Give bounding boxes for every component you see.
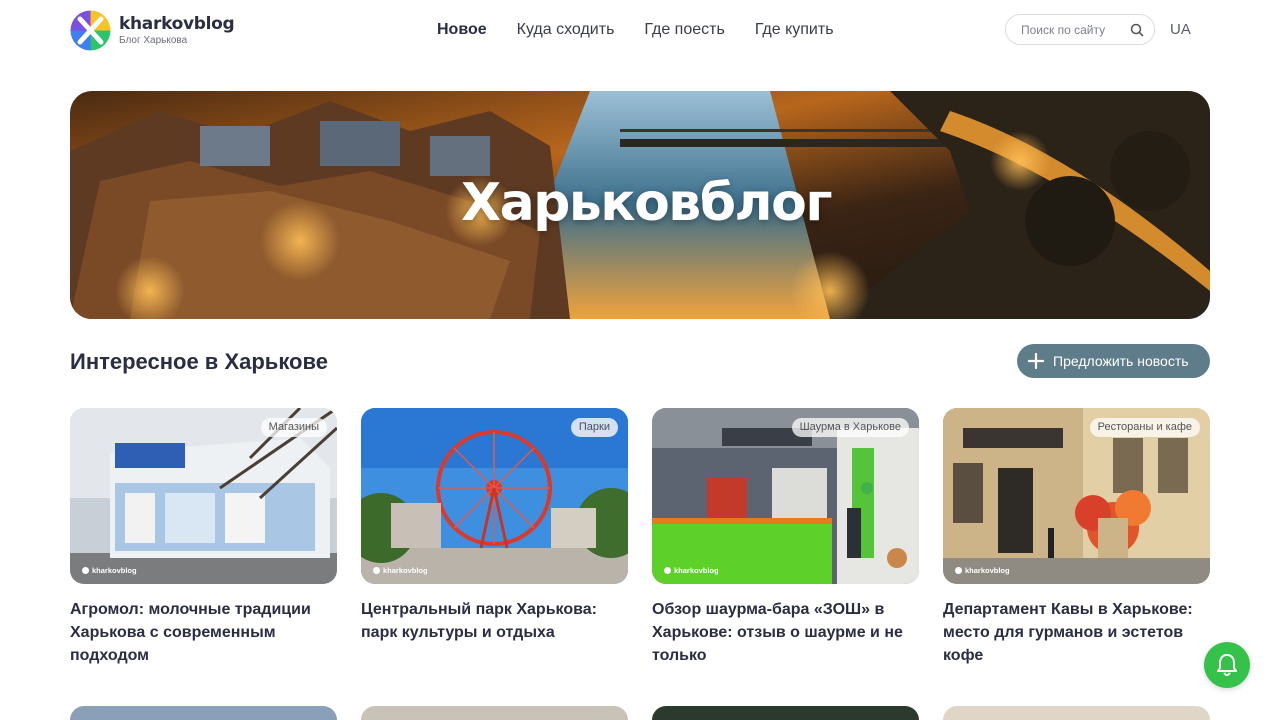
article-card[interactable]: Магазины kharkovblog Агромол: молочные т… bbox=[70, 408, 337, 667]
plus-icon bbox=[1027, 352, 1045, 370]
image-watermark: kharkovblog bbox=[373, 566, 428, 575]
site-header: kharkovblog Блог Харькова Новое Куда схо… bbox=[0, 0, 1280, 62]
suggest-news-label: Предложить новость bbox=[1053, 353, 1189, 369]
logo-icon bbox=[70, 10, 111, 51]
article-card[interactable]: Парки kharkovblog Центральный парк Харьк… bbox=[361, 408, 628, 667]
language-switch[interactable]: UA bbox=[1170, 21, 1191, 38]
image-watermark: kharkovblog bbox=[82, 566, 137, 575]
category-tag[interactable]: Рестораны и кафе bbox=[1089, 418, 1200, 437]
section-title: Интересное в Харькове bbox=[70, 349, 328, 374]
logo-subtitle: Блог Харькова bbox=[119, 34, 188, 46]
watermark-logo-icon bbox=[82, 567, 89, 574]
search-input[interactable] bbox=[1021, 22, 1126, 37]
nav-item-where-to-eat[interactable]: Где поесть bbox=[644, 20, 724, 40]
article-image-partial[interactable] bbox=[943, 706, 1210, 720]
category-tag[interactable]: Шаурма в Харькове bbox=[791, 418, 909, 437]
notifications-bell-button[interactable] bbox=[1204, 642, 1250, 688]
article-image: Шаурма в Харькове kharkovblog bbox=[652, 408, 919, 584]
article-image: Магазины kharkovblog bbox=[70, 408, 337, 584]
watermark-logo-icon bbox=[373, 567, 380, 574]
article-image-partial[interactable] bbox=[652, 706, 919, 720]
article-grid-row-2 bbox=[70, 706, 1210, 720]
image-watermark: kharkovblog bbox=[664, 566, 719, 575]
article-grid: Магазины kharkovblog Агромол: молочные т… bbox=[70, 408, 1210, 667]
article-title[interactable]: Обзор шаурма-бара «ЗОШ» в Харькове: отзы… bbox=[652, 598, 919, 667]
category-tag[interactable]: Магазины bbox=[260, 418, 327, 437]
nav-item-new[interactable]: Новое bbox=[437, 20, 487, 40]
article-image-partial[interactable] bbox=[361, 706, 628, 720]
main-nav: Новое Куда сходить Где поесть Где купить bbox=[437, 20, 834, 40]
search-icon[interactable] bbox=[1129, 22, 1145, 38]
hero-title: Харьковблог bbox=[461, 173, 833, 233]
article-card[interactable]: Рестораны и кафе kharkovblog Департамент… bbox=[943, 408, 1210, 667]
search-box bbox=[1005, 14, 1155, 45]
bell-icon bbox=[1217, 654, 1237, 676]
logo-name: kharkovblog bbox=[119, 13, 235, 34]
watermark-logo-icon bbox=[664, 567, 671, 574]
article-title[interactable]: Центральный парк Харькова: парк культуры… bbox=[361, 598, 628, 644]
category-tag[interactable]: Парки bbox=[570, 418, 618, 437]
article-image: Парки kharkovblog bbox=[361, 408, 628, 584]
nav-item-where-to-buy[interactable]: Где купить bbox=[755, 20, 834, 40]
image-watermark: kharkovblog bbox=[955, 566, 1010, 575]
article-image-partial[interactable] bbox=[70, 706, 337, 720]
site-logo[interactable]: kharkovblog Блог Харькова bbox=[70, 10, 235, 51]
article-title[interactable]: Департамент Кавы в Харькове: место для г… bbox=[943, 598, 1210, 667]
nav-item-where-to-go[interactable]: Куда сходить bbox=[517, 20, 615, 40]
suggest-news-button[interactable]: Предложить новость bbox=[1017, 344, 1210, 378]
article-title[interactable]: Агромол: молочные традиции Харькова с со… bbox=[70, 598, 337, 667]
article-image: Рестораны и кафе kharkovblog bbox=[943, 408, 1210, 584]
watermark-logo-icon bbox=[955, 567, 962, 574]
hero-banner[interactable]: Харьковблог bbox=[70, 91, 1210, 319]
article-card[interactable]: Шаурма в Харькове kharkovblog Обзор шаур… bbox=[652, 408, 919, 667]
